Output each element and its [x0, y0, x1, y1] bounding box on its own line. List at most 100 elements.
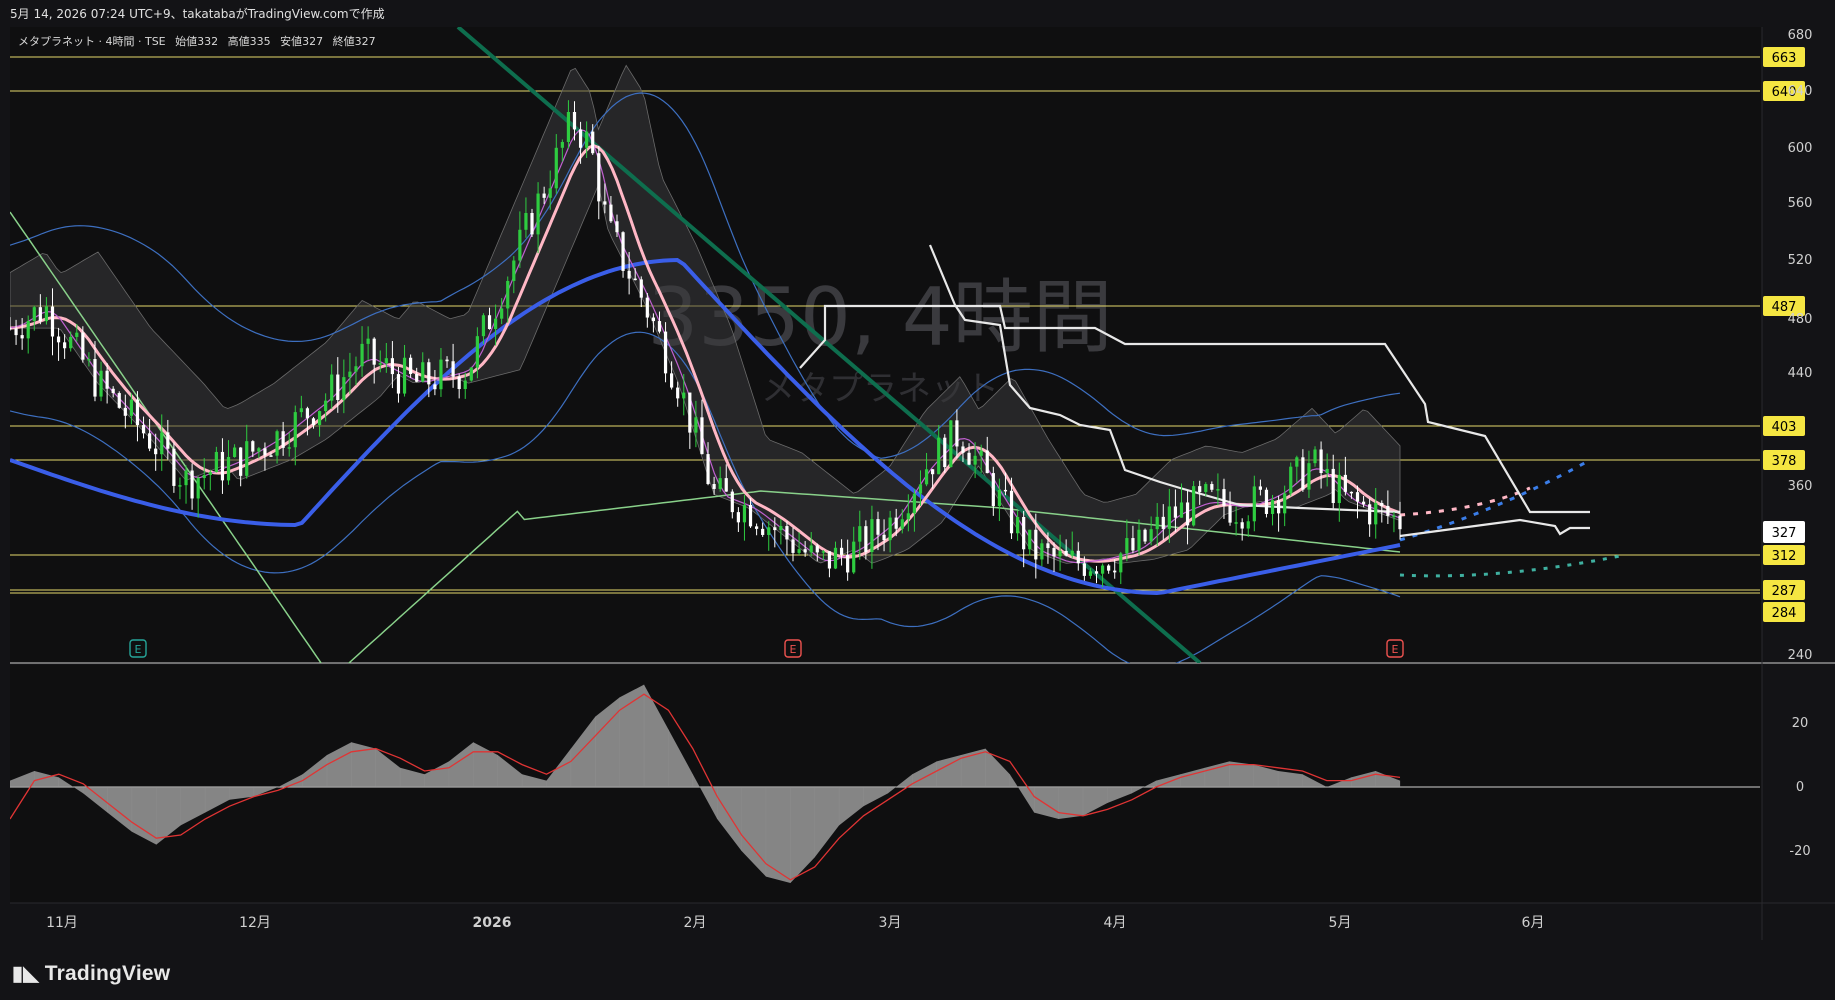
candle-body[interactable] — [1028, 529, 1032, 550]
candle-body[interactable] — [44, 306, 49, 322]
candle-body[interactable] — [1185, 502, 1190, 526]
candle-body[interactable] — [730, 491, 734, 513]
candle-body[interactable] — [1082, 563, 1086, 576]
candle-body[interactable] — [1289, 466, 1293, 494]
candle-body[interactable] — [330, 374, 334, 401]
candle-body[interactable] — [166, 432, 170, 449]
candle-body[interactable] — [360, 343, 364, 367]
candle-body[interactable] — [773, 527, 777, 531]
candle-body[interactable] — [190, 470, 194, 499]
candle-body[interactable] — [1173, 506, 1178, 518]
candle-body[interactable] — [1094, 571, 1099, 574]
candle-body[interactable] — [943, 437, 947, 468]
candle-body[interactable] — [196, 478, 200, 499]
candle-body[interactable] — [299, 408, 303, 413]
candle-body[interactable] — [311, 418, 316, 426]
candle-body[interactable] — [220, 451, 225, 481]
candle-body[interactable] — [1319, 449, 1323, 474]
candle-body[interactable] — [718, 478, 722, 489]
candle-body[interactable] — [402, 357, 407, 394]
candle-body[interactable] — [87, 359, 91, 361]
candle-body[interactable] — [226, 456, 231, 481]
candle-body[interactable] — [779, 526, 783, 531]
candle-body[interactable] — [1277, 500, 1281, 514]
candle-body[interactable] — [1034, 529, 1038, 560]
candle-body[interactable] — [202, 475, 206, 479]
candle-body[interactable] — [682, 392, 686, 399]
candle-body[interactable] — [1198, 486, 1202, 492]
candle-body[interactable] — [1222, 489, 1226, 506]
candle-body[interactable] — [463, 380, 467, 390]
candle-body[interactable] — [1149, 529, 1153, 542]
candle-body[interactable] — [445, 359, 449, 362]
candle-body[interactable] — [688, 392, 692, 433]
candle-body[interactable] — [979, 450, 983, 456]
candle-body[interactable] — [93, 359, 97, 397]
candle-body[interactable] — [433, 384, 437, 390]
candle-body[interactable] — [585, 131, 589, 148]
candle-body[interactable] — [997, 489, 1001, 507]
candle-body[interactable] — [245, 441, 249, 476]
candle-body[interactable] — [742, 504, 747, 523]
candle-body[interactable] — [1210, 484, 1214, 490]
candle-body[interactable] — [38, 307, 42, 322]
candle-body[interactable] — [69, 336, 73, 349]
candle-body[interactable] — [937, 437, 941, 475]
candle-body[interactable] — [645, 297, 649, 318]
candle-body[interactable] — [949, 420, 953, 468]
candle-body[interactable] — [305, 408, 310, 419]
candle-body[interactable] — [639, 279, 643, 298]
candle-body[interactable] — [991, 473, 995, 507]
candle-body[interactable] — [1192, 486, 1196, 526]
candle-body[interactable] — [894, 517, 898, 529]
candle-body[interactable] — [75, 332, 79, 337]
candle-body[interactable] — [973, 455, 977, 465]
candle-body[interactable] — [621, 232, 625, 271]
candle-body[interactable] — [1331, 468, 1335, 504]
candle-body[interactable] — [1301, 457, 1305, 490]
candle-body[interactable] — [676, 387, 680, 399]
candle-body[interactable] — [214, 451, 218, 473]
candle-body[interactable] — [1295, 457, 1299, 467]
tradingview-logo[interactable]: ▮◣ TradingView — [12, 961, 170, 986]
candle-body[interactable] — [1015, 516, 1020, 534]
candle-body[interactable] — [870, 519, 874, 553]
candle-body[interactable] — [530, 212, 534, 235]
candle-body[interactable] — [1313, 449, 1317, 464]
candle-body[interactable] — [1179, 502, 1184, 518]
candle-body[interactable] — [1040, 543, 1044, 560]
candle-body[interactable] — [178, 485, 182, 487]
candle-body[interactable] — [14, 328, 18, 336]
candle-body[interactable] — [111, 388, 115, 394]
candle-body[interactable] — [809, 545, 813, 553]
candle-body[interactable] — [906, 513, 910, 520]
candle-body[interactable] — [427, 362, 431, 385]
candle-body[interactable] — [821, 551, 825, 553]
candle-body[interactable] — [1058, 550, 1062, 557]
candle-body[interactable] — [827, 551, 832, 569]
candle-body[interactable] — [670, 373, 674, 388]
candle-body[interactable] — [117, 393, 121, 408]
candle-body[interactable] — [439, 359, 443, 390]
candle-body[interactable] — [961, 446, 965, 453]
candle-body[interactable] — [348, 371, 352, 378]
candle-body[interactable] — [324, 400, 328, 412]
candle-body[interactable] — [457, 376, 461, 390]
candle-body[interactable] — [317, 411, 322, 426]
candle-body[interactable] — [1368, 504, 1372, 525]
candle-body[interactable] — [1307, 463, 1311, 490]
candle-body[interactable] — [833, 547, 838, 569]
candle-body[interactable] — [1100, 565, 1105, 574]
candle-body[interactable] — [554, 147, 558, 189]
candle-body[interactable] — [591, 131, 595, 154]
candle-body[interactable] — [135, 399, 140, 426]
candle-body[interactable] — [1325, 468, 1329, 474]
candle-body[interactable] — [481, 315, 486, 337]
candle-body[interactable] — [597, 153, 601, 202]
candle-body[interactable] — [578, 129, 583, 148]
candle-body[interactable] — [882, 534, 886, 541]
candle-body[interactable] — [706, 454, 710, 485]
candle-body[interactable] — [239, 447, 243, 476]
candle-body[interactable] — [105, 370, 109, 389]
candle-body[interactable] — [1283, 493, 1287, 514]
